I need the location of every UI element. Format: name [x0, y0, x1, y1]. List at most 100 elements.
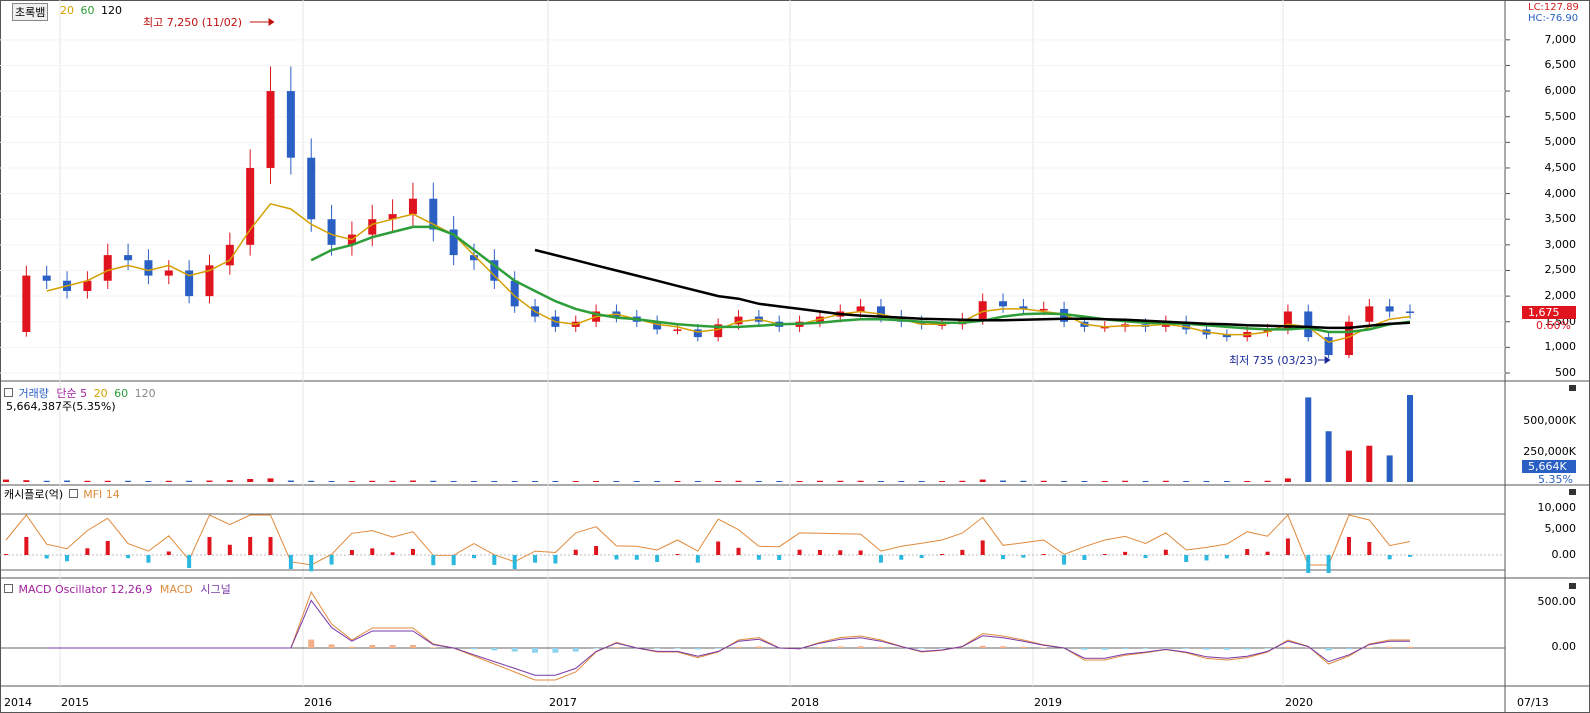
- macd-osc-bar: [755, 646, 762, 648]
- macd-osc-bar: [877, 646, 884, 648]
- macd-osc-bar: [735, 646, 742, 648]
- volume-bar: [247, 478, 254, 482]
- macd-close-button[interactable]: [1569, 583, 1576, 589]
- macd-tick-500: 500.00: [1537, 595, 1577, 608]
- macd-osc-bar: [1223, 648, 1230, 650]
- price-tick: 3,000: [1544, 237, 1577, 251]
- macd-osc-bar: [369, 645, 376, 648]
- ma60-legend: 60: [80, 4, 95, 17]
- cashflow-bar: [736, 547, 741, 555]
- mfi-close-button[interactable]: [1569, 489, 1576, 495]
- macd-osc-bar: [593, 648, 600, 649]
- volume-bar: [1386, 455, 1393, 482]
- macd-osc-bar: [1325, 648, 1332, 651]
- macd-osc-bar: [1081, 648, 1088, 650]
- candle-body: [673, 329, 682, 331]
- cashflow-bar: [1224, 555, 1229, 559]
- macd-osc-bar: [1345, 648, 1352, 650]
- volume-bar: [552, 481, 559, 482]
- volume-bar: [816, 480, 823, 482]
- chart-frame: [0, 0, 1590, 713]
- macd-osc-bar: [816, 647, 823, 648]
- volume-bar: [939, 481, 945, 482]
- volume-bar: [1244, 481, 1251, 482]
- cashflow-bar: [878, 555, 883, 563]
- macd-tick-0: 0.00: [1551, 640, 1577, 653]
- cashflow-bar: [899, 555, 904, 560]
- volume-bar: [328, 481, 335, 482]
- cashflow-bar: [1245, 549, 1250, 555]
- volume-bar: [104, 480, 111, 482]
- x-label-2015: 2015: [61, 696, 89, 709]
- volume-bar: [145, 481, 152, 482]
- cashflow-bar: [166, 551, 171, 555]
- volume-bar: [776, 481, 783, 482]
- cashflow-bar: [614, 555, 619, 560]
- volume-tag: 5,664K: [1522, 460, 1576, 473]
- volume-bar: [633, 481, 640, 482]
- volume-bar: [959, 480, 966, 482]
- volume-bar: [369, 480, 376, 482]
- macd-osc-bar: [1284, 646, 1291, 648]
- price-tick: 6,500: [1544, 58, 1577, 72]
- cashflow-bar: [1062, 555, 1067, 565]
- volume-close-button[interactable]: [1569, 385, 1576, 391]
- macd-osc-bar: [532, 648, 539, 653]
- volume-bar: [84, 480, 91, 482]
- stock-chart[interactable]: [0, 0, 1590, 713]
- collapse-icon[interactable]: [4, 388, 13, 397]
- volume-bar: [1183, 481, 1190, 482]
- cashflow-bar: [146, 555, 151, 563]
- volume-bar: [226, 480, 233, 482]
- macd-osc-bar: [1122, 648, 1129, 650]
- mfi-tick-10000: 10,000: [1537, 501, 1577, 514]
- cashflow-bar: [553, 555, 558, 564]
- price-tick: 6,000: [1544, 84, 1577, 98]
- cashflow-bar: [1082, 555, 1087, 560]
- cashflow-bar: [797, 549, 802, 555]
- cashflow-bar: [1001, 555, 1006, 560]
- mfi-legend: 캐시플로(억) MFI 14: [4, 488, 120, 501]
- cashflow-bar: [1408, 555, 1412, 557]
- cashflow-bar: [329, 555, 334, 565]
- candle-body: [307, 157, 316, 220]
- macd-osc-bar: [857, 646, 864, 648]
- cashflow-bar: [777, 555, 782, 560]
- cashflow-bar: [65, 555, 70, 562]
- cashflow-bar: [858, 550, 863, 555]
- volume-bar: [491, 481, 498, 482]
- candle-body: [978, 301, 987, 320]
- macd-osc-bar: [552, 648, 559, 653]
- candle-body: [408, 198, 417, 215]
- cashflow-bar: [1367, 542, 1372, 555]
- macd-osc-bar: [1020, 646, 1027, 648]
- cashflow-bar: [4, 554, 8, 555]
- cashflow-bar: [1387, 555, 1392, 560]
- stock-name-box[interactable]: 초록뱀: [12, 3, 49, 21]
- volume-bar: [23, 480, 30, 482]
- cashflow-bar: [390, 552, 395, 555]
- candle-body: [22, 275, 31, 332]
- cashflow-bar: [349, 550, 354, 555]
- cashflow-bar: [410, 549, 415, 555]
- collapse-icon[interactable]: [4, 584, 13, 593]
- volume-bar: [1061, 481, 1068, 482]
- volume-bar: [857, 480, 864, 482]
- macd-osc-bar: [1407, 646, 1413, 648]
- cashflow-bar: [105, 540, 110, 555]
- cashflow-bar: [1163, 549, 1168, 555]
- x-label-current-date: 07/13: [1517, 696, 1549, 709]
- high-annotation: 최고 7,250 (11/02): [143, 16, 243, 29]
- cashflow-bar: [512, 555, 517, 570]
- collapse-icon[interactable]: [68, 489, 78, 498]
- volume-bar: [430, 480, 437, 482]
- volume-bar: [125, 480, 132, 482]
- mfi-line: [5, 514, 1411, 566]
- cashflow-bar: [1326, 555, 1331, 573]
- macd-osc-bar: [1203, 648, 1210, 650]
- macd-osc-bar: [674, 648, 681, 649]
- macd-osc-bar: [409, 645, 416, 648]
- candle-body: [286, 91, 295, 158]
- cashflow-bar: [451, 555, 456, 566]
- mfi-tick-5000: 5,000: [1544, 522, 1577, 535]
